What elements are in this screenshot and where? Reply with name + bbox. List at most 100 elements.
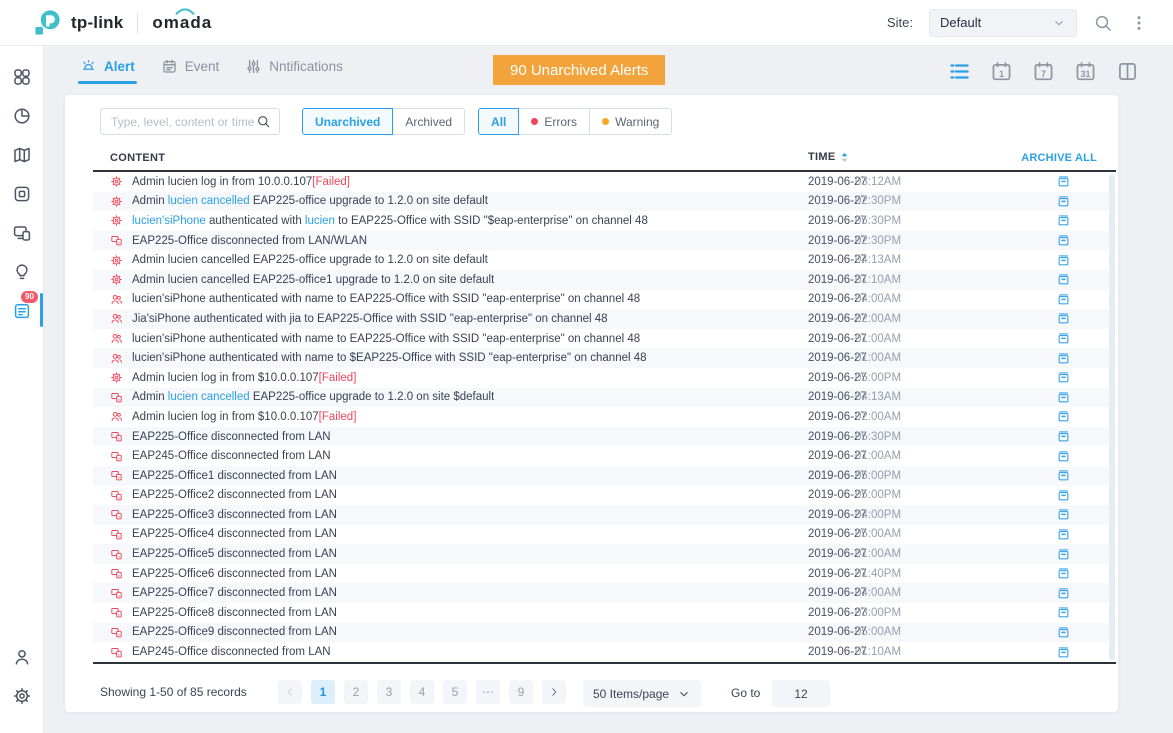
archive-icon[interactable] [1056, 566, 1071, 581]
archive-icon[interactable] [1056, 292, 1071, 307]
archive-icon[interactable] [1056, 370, 1071, 385]
page-button-9[interactable]: 9 [509, 680, 533, 704]
alert-search-input[interactable] [109, 114, 256, 130]
archive-icon[interactable] [1056, 194, 1071, 209]
alert-row: EAP225-Office8 disconnected from LAN2019… [93, 603, 1116, 623]
archive-icon[interactable] [1056, 272, 1071, 287]
content-link[interactable]: lucien cancelled [168, 195, 250, 207]
filter-errors[interactable]: Errors [518, 108, 590, 135]
page-button-4[interactable]: 4 [410, 680, 434, 704]
alert-row: EAP225-Office2 disconnected from LAN2019… [93, 486, 1116, 506]
alert-time: 04:13AM [855, 254, 901, 266]
alert-card: UnarchivedArchived AllErrorsWarning CONT… [65, 95, 1118, 712]
page-button-2[interactable]: 2 [344, 680, 368, 704]
filter-all[interactable]: All [478, 108, 519, 135]
map-icon [12, 145, 32, 165]
sort-icon[interactable] [840, 152, 849, 163]
alert-row: lucien'siPhone authenticated with name t… [93, 290, 1116, 310]
search-icon[interactable] [256, 114, 271, 129]
items-per-page-select[interactable]: 50 Items/page [583, 680, 701, 707]
archive-icon[interactable] [1056, 429, 1071, 444]
alert-content: EAP225-Office2 disconnected from LAN [132, 489, 337, 501]
sidebar-item-devices[interactable] [0, 174, 43, 213]
tab-event[interactable]: Event [161, 58, 220, 84]
archive-icon[interactable] [1056, 449, 1071, 464]
archive-icon[interactable] [1056, 213, 1071, 228]
more-menu-icon[interactable] [1129, 13, 1149, 33]
sidebar-item-settings[interactable] [0, 676, 44, 715]
archive-icon[interactable] [1056, 311, 1071, 326]
page-button-3[interactable]: 3 [377, 680, 401, 704]
filter-archived[interactable]: Archived [392, 108, 465, 135]
alert-time: 04:00AM [855, 587, 901, 599]
archive-all-button[interactable]: ARCHIVE ALL [1021, 152, 1097, 164]
alert-time: 03:00PM [855, 607, 901, 619]
svg-text:1: 1 [999, 69, 1004, 79]
archive-icon[interactable] [1056, 351, 1071, 366]
archive-icon[interactable] [1056, 527, 1071, 542]
content-link[interactable]: lucien'siPhone [132, 215, 206, 227]
day-view-icon[interactable]: 1 [990, 60, 1013, 83]
goto-page-input[interactable] [772, 680, 830, 707]
prev-page-button[interactable] [278, 680, 302, 704]
archive-icon[interactable] [1056, 409, 1071, 424]
alert-time: 01:00AM [855, 548, 901, 560]
content-link[interactable]: lucien [305, 215, 335, 227]
warning-dot [602, 118, 609, 125]
sidebar-item-clients[interactable] [0, 213, 43, 252]
sidebar-item-dashboard[interactable] [0, 57, 43, 96]
view-toolbar: 1731 [948, 60, 1139, 83]
archive-icon[interactable] [1056, 253, 1071, 268]
filter-warning[interactable]: Warning [589, 108, 672, 135]
archive-icon[interactable] [1056, 625, 1071, 640]
alert-content: lucien'siPhone authenticated with lucien… [132, 215, 648, 227]
items-per-page-value: 50 Items/page [593, 687, 669, 701]
site-selector[interactable]: Default [929, 9, 1077, 37]
search-icon[interactable] [1093, 13, 1113, 33]
device-icon [110, 606, 123, 619]
content-link[interactable]: lucien cancelled [168, 391, 250, 403]
page-ellipsis[interactable]: ⋯ [476, 680, 500, 704]
archive-icon[interactable] [1056, 390, 1071, 405]
page-button-5[interactable]: 5 [443, 680, 467, 704]
archive-icon[interactable] [1056, 488, 1071, 503]
filter-unarchived[interactable]: Unarchived [302, 108, 393, 135]
tab-notifications[interactable]: Nntifications [245, 58, 343, 84]
alert-row: Admin lucien log in from 10.0.0.107[Fail… [93, 172, 1116, 192]
gear-icon [110, 254, 123, 267]
archive-icon[interactable] [1056, 233, 1071, 248]
alert-row: EAP225-Office1 disconnected from LAN2019… [93, 466, 1116, 486]
archive-icon[interactable] [1056, 586, 1071, 601]
alert-time: 05:00PM [855, 372, 901, 384]
dashboard-icon [12, 67, 32, 87]
sidebar-item-insight[interactable] [0, 252, 43, 291]
month-view-icon[interactable]: 31 [1074, 60, 1097, 83]
brand-area: tp-link omada [34, 9, 212, 36]
columns-view-icon[interactable] [1116, 60, 1139, 83]
settings-icon [12, 686, 32, 706]
table-scrollbar[interactable] [1109, 174, 1115, 660]
sidebar-item-account[interactable] [0, 637, 44, 676]
sidebar: 90 [0, 46, 44, 733]
column-header-time[interactable]: TIME [808, 151, 849, 163]
week-view-icon[interactable]: 7 [1032, 60, 1055, 83]
archive-icon[interactable] [1056, 547, 1071, 562]
archive-icon[interactable] [1056, 174, 1071, 189]
log-icon [12, 301, 32, 321]
archive-icon[interactable] [1056, 605, 1071, 620]
page-button-1[interactable]: 1 [311, 680, 335, 704]
alert-time: 02:30PM [855, 235, 901, 247]
archive-icon[interactable] [1056, 468, 1071, 483]
sidebar-item-log[interactable]: 90 [0, 291, 43, 330]
archive-icon[interactable] [1056, 645, 1071, 660]
chevron-down-icon [1052, 16, 1066, 30]
archive-icon[interactable] [1056, 507, 1071, 522]
list-view-icon[interactable] [948, 60, 971, 83]
archive-icon[interactable] [1056, 331, 1071, 346]
next-page-button[interactable] [542, 680, 566, 704]
sidebar-item-statistics[interactable] [0, 96, 43, 135]
product-name: omada [152, 13, 212, 32]
tab-alert[interactable]: Alert [80, 58, 135, 84]
alert-time: 04:00AM [855, 293, 901, 305]
sidebar-item-map[interactable] [0, 135, 43, 174]
